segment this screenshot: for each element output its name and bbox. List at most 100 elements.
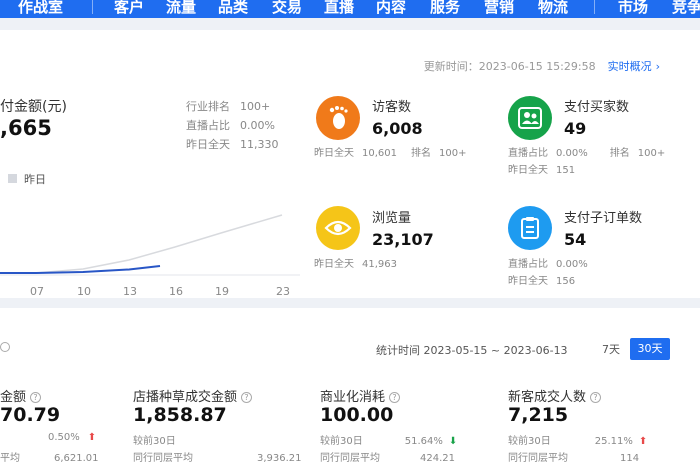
footprint-icon xyxy=(316,96,360,140)
new-customers-title-text: 新客成交人数 xyxy=(508,390,587,405)
new-customers-avg-label: 同行同层平均 xyxy=(508,453,568,464)
nav-separator xyxy=(92,0,93,14)
range-30-days-button[interactable]: 30天 xyxy=(630,338,670,360)
visitors-sub: 昨日全天 10,601 排名 100+ xyxy=(314,145,466,162)
store-seeding-avg: 同行同层平均 3,936.21 xyxy=(133,449,302,464)
buyers-live-ratio-value: 0.00% xyxy=(556,148,588,159)
arrow-down-icon: ⬇ xyxy=(448,436,458,447)
nav-competition[interactable]: 竞争 xyxy=(672,0,700,17)
range-7-days-button[interactable]: 7天 xyxy=(598,339,624,359)
buyers-live-ratio-label: 直播占比 xyxy=(508,148,548,159)
commercial-spend-compare: 较前30日 51.64% ⬇ xyxy=(320,432,457,447)
buyers-rank-value: 100+ xyxy=(637,148,666,159)
top-nav: 作战室 客户 流量 品类 交易 直播 内容 服务 营销 物流 市场 竞争 xyxy=(0,0,700,18)
new-customers-compare-value: 25.11% xyxy=(594,436,633,447)
nav-traffic[interactable]: 流量 xyxy=(166,0,196,17)
help-icon[interactable]: ? xyxy=(30,392,42,403)
orders-yesterday-value: 156 xyxy=(556,276,576,287)
views-value: 23,107 xyxy=(372,230,434,249)
nav-customer[interactable]: 客户 xyxy=(114,0,144,17)
views-sub: 昨日全天 41,963 xyxy=(314,256,397,273)
update-time: 更新时间：2023-06-15 15:29:58 xyxy=(423,60,596,73)
x-tick-label: 16 xyxy=(169,285,183,298)
new-customers-value: 7,215 xyxy=(508,404,569,426)
store-seeding-avg-label: 同行同层平均 xyxy=(133,453,193,464)
orders-sub: 直播占比 0.00% 昨日全天 156 xyxy=(508,256,588,290)
arrow-up-icon: ⬆ xyxy=(87,432,97,443)
new-customers-title: 新客成交人数? xyxy=(508,386,602,405)
commercial-spend-value: 100.00 xyxy=(320,404,394,426)
orders-live-ratio-label: 直播占比 xyxy=(508,259,548,270)
help-icon[interactable] xyxy=(0,342,10,352)
amount-title: 金额? xyxy=(0,386,42,405)
help-icon[interactable]: ? xyxy=(590,392,602,403)
rank-label: 行业排名 xyxy=(186,100,230,113)
orders-live-ratio-value: 0.00% xyxy=(556,259,588,270)
yesterday-series-line xyxy=(0,214,283,274)
commercial-spend-compare-label: 较前30日 xyxy=(320,436,363,447)
x-tick-label: 07 xyxy=(30,285,44,298)
x-tick-label: 13 xyxy=(123,285,137,298)
visitors-title: 访客数 xyxy=(372,100,412,115)
amount-compare-value: 0.50% xyxy=(48,432,80,443)
legend-label: 昨日 xyxy=(24,173,46,186)
pay-amount-value: ,665 xyxy=(0,116,52,140)
buyers-sub: 直播占比 0.00% 排名 100+ 昨日全天 151 xyxy=(508,145,665,179)
new-customers-avg-value: 114 xyxy=(620,453,640,464)
visitors-yesterday-label: 昨日全天 xyxy=(314,148,354,159)
eye-icon xyxy=(316,206,360,250)
store-seeding-compare-label: 较前30日 xyxy=(133,436,176,447)
buyers-value: 49 xyxy=(564,119,587,138)
pay-amount-title: 付金额(元) xyxy=(0,99,67,115)
arrow-up-icon: ⬆ xyxy=(638,436,648,447)
new-customers-avg: 同行同层平均 114 xyxy=(508,449,639,464)
pay-side-stats: 行业排名 100+ 直播占比 0.00% 昨日全天 11,330 xyxy=(186,97,279,154)
yesterday-value: 11,330 xyxy=(240,138,279,151)
orders-yesterday-label: 昨日全天 xyxy=(508,276,548,287)
commercial-spend-title: 商业化消耗? xyxy=(320,386,401,405)
nav-marketing[interactable]: 营销 xyxy=(484,0,514,17)
clipboard-icon xyxy=(508,206,552,250)
nav-separator xyxy=(594,0,595,14)
legend-swatch xyxy=(8,174,17,183)
store-seeding-avg-value: 3,936.21 xyxy=(257,453,302,464)
amount-title-text: 金额 xyxy=(0,390,27,405)
live-ratio-value: 0.00% xyxy=(240,119,275,132)
update-time-row: 更新时间：2023-06-15 15:29:58 实时概况 › xyxy=(424,58,660,74)
amount-compare: 0.50% ⬆ xyxy=(48,432,96,443)
help-icon[interactable]: ? xyxy=(241,392,253,403)
x-tick-label: 23 xyxy=(276,285,290,298)
store-seeding-title-text: 店播种草成交金额 xyxy=(133,390,238,405)
live-ratio-label: 直播占比 xyxy=(186,119,230,132)
commercial-spend-avg-label: 同行同层平均 xyxy=(320,453,380,464)
visitors-rank-value: 100+ xyxy=(439,148,467,159)
buyers-yesterday-label: 昨日全天 xyxy=(508,165,548,176)
store-seeding-title: 店播种草成交金额? xyxy=(133,386,253,405)
chevron-right-icon[interactable]: › xyxy=(656,60,660,73)
visitors-rank-label: 排名 xyxy=(411,148,431,159)
realtime-overview-link[interactable]: 实时概况 xyxy=(608,60,652,73)
nav-service[interactable]: 服务 xyxy=(430,0,460,17)
x-tick-label: 19 xyxy=(215,285,229,298)
orders-title: 支付子订单数 xyxy=(564,211,643,226)
amount-avg: 平均 6,621.01 xyxy=(0,449,99,464)
nav-market[interactable]: 市场 xyxy=(618,0,648,17)
nav-category[interactable]: 品类 xyxy=(218,0,248,17)
nav-war-room[interactable]: 作战室 xyxy=(18,0,63,17)
help-icon[interactable]: ? xyxy=(389,392,401,403)
visitors-yesterday-value: 10,601 xyxy=(362,148,397,159)
buyers-yesterday-value: 151 xyxy=(556,165,576,176)
store-seeding-value: 1,858.87 xyxy=(133,404,227,426)
orders-value: 54 xyxy=(564,230,587,249)
nav-content[interactable]: 内容 xyxy=(376,0,406,17)
nav-logistics[interactable]: 物流 xyxy=(538,0,568,17)
x-tick-label: 10 xyxy=(77,285,91,298)
rank-value: 100+ xyxy=(240,100,271,113)
nav-trade[interactable]: 交易 xyxy=(272,0,302,17)
yesterday-label: 昨日全天 xyxy=(186,138,230,151)
amount-avg-label: 平均 xyxy=(0,453,20,464)
nav-live[interactable]: 直播 xyxy=(324,0,354,17)
buyers-rank-label: 排名 xyxy=(609,148,630,159)
views-title: 浏览量 xyxy=(372,211,412,226)
new-customers-compare: 较前30日 25.11% ⬆ xyxy=(508,432,647,447)
